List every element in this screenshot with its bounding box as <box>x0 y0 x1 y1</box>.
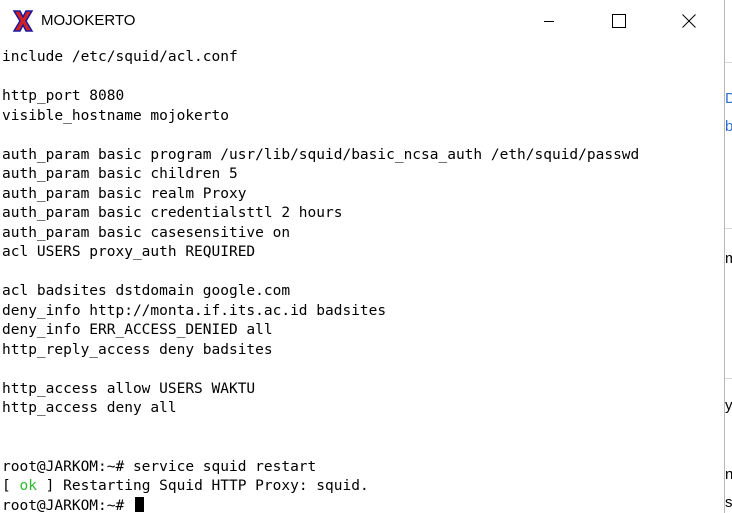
maximize-icon <box>612 13 626 28</box>
status-message: ] Restarting Squid HTTP Proxy: squid. <box>36 478 369 494</box>
window-title: MOJOKERTO <box>41 12 136 29</box>
shell-prompt: root@JARKOM:~# <box>2 497 133 513</box>
status-open-bracket: [ <box>2 478 20 494</box>
terminal-status-line: [ ok ] Restarting Squid HTTP Proxy: squi… <box>2 477 369 497</box>
terminal-line: visible_hostname mojokerto <box>2 107 229 124</box>
terminal-line: deny_info ERR_ACCESS_DENIED all <box>2 322 273 338</box>
title-bar[interactable]: MOJOKERTO <box>0 0 724 41</box>
terminal-screen[interactable]: include /etc/squid/acl.conf http_port 80… <box>0 41 724 513</box>
text-cursor <box>134 496 144 512</box>
terminal-line: acl USERS proxy_auth REQUIRED <box>2 244 256 260</box>
background-glyph: b <box>725 118 732 135</box>
terminal-line: http_access deny all <box>2 400 177 416</box>
terminal-line: http_port 8080 <box>2 88 125 104</box>
background-glyph: s <box>725 494 732 511</box>
putty-window: MOJOKERTO include /etc/squid/acl.conf ht… <box>0 0 725 513</box>
minimize-icon <box>544 20 554 22</box>
terminal-line: auth_param basic casesensitive on <box>2 224 291 241</box>
terminal-line: auth_param basic children 5 <box>2 166 238 182</box>
background-glyph: y <box>725 397 732 414</box>
terminal-line: root@JARKOM:~# service squid restart <box>2 458 317 475</box>
background-glyph: n <box>725 466 732 483</box>
terminal-line: auth_param basic realm Proxy <box>2 185 247 202</box>
background-glyph: D <box>725 90 732 107</box>
maximize-button[interactable] <box>596 0 642 41</box>
background-window-edge: D b m y n s <box>725 0 732 513</box>
close-button[interactable] <box>666 0 712 41</box>
putty-x-icon <box>12 10 34 32</box>
minimize-button[interactable] <box>526 0 572 41</box>
background-glyph: m <box>725 250 732 267</box>
terminal-line: http_reply_access deny badsites <box>2 341 273 358</box>
terminal-line: include /etc/squid/acl.conf <box>2 49 238 65</box>
terminal-line: auth_param basic program /usr/lib/squid/… <box>2 146 640 163</box>
close-icon <box>682 13 696 28</box>
divider <box>725 378 732 379</box>
terminal-line: auth_param basic credentialsttl 2 hours <box>2 205 343 221</box>
terminal-prompt-line[interactable]: root@JARKOM:~# <box>2 496 144 513</box>
terminal-line: http_access allow USERS WAKTU <box>2 380 256 397</box>
divider <box>725 62 732 63</box>
terminal-line: deny_info http://monta.if.its.ac.id bads… <box>2 302 387 319</box>
status-ok-badge: ok <box>19 478 37 494</box>
divider <box>725 228 732 229</box>
terminal-line: acl badsites dstdomain google.com <box>2 283 291 299</box>
